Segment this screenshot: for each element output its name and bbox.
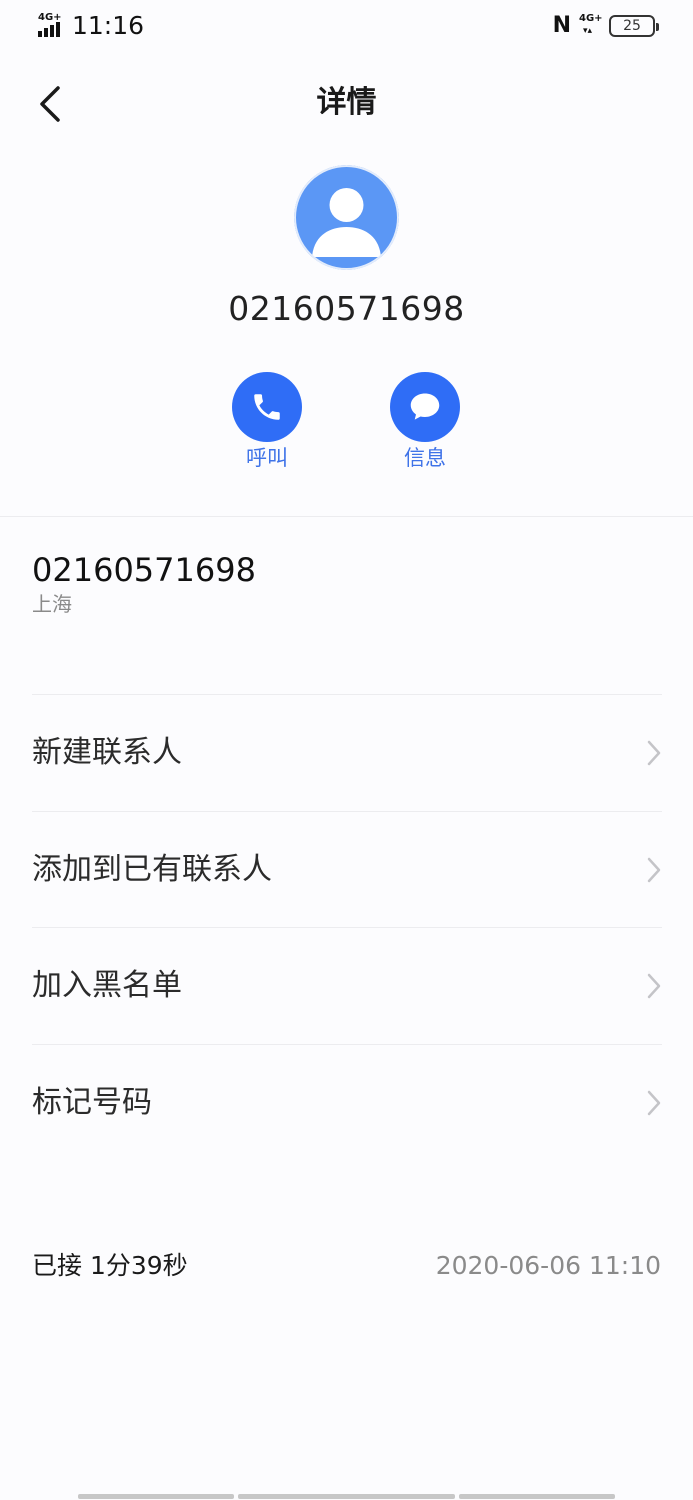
avatar xyxy=(294,165,399,270)
contact-number: 02160571698 xyxy=(228,289,465,328)
network-type-right: 4G+ xyxy=(579,13,603,24)
message-circle[interactable] xyxy=(390,372,460,442)
cellular-signal-icon: 4G+ xyxy=(38,13,68,39)
menu-item-label: 加入黑名单 xyxy=(32,968,182,1003)
call-circle[interactable] xyxy=(232,372,302,442)
message-label: 信息 xyxy=(404,446,446,470)
chevron-right-icon xyxy=(647,740,661,766)
menu-item-new-contact[interactable]: 新建联系人 xyxy=(32,695,662,811)
call-label: 呼叫 xyxy=(246,446,288,470)
gesture-bar-center[interactable] xyxy=(238,1494,455,1499)
chevron-right-icon xyxy=(647,973,661,999)
network-type-right-icon: 4G+ ▾▴ xyxy=(579,13,603,37)
menu-item-mark-number[interactable]: 标记号码 xyxy=(32,1045,662,1161)
call-datetime: 2020-06-06 11:10 xyxy=(435,1251,661,1280)
battery-icon: 25 xyxy=(609,15,659,37)
menu-item-label: 添加到已有联系人 xyxy=(32,852,272,887)
nfc-icon: N xyxy=(552,13,571,38)
menu-item-blacklist[interactable]: 加入黑名单 xyxy=(32,928,662,1044)
gesture-bar-left[interactable] xyxy=(78,1494,234,1499)
contact-detail-page: 4G+ 11:16 N 4G+ ▾▴ 25 详情 02160571698 呼叫 … xyxy=(0,0,693,1500)
status-right: N 4G+ ▾▴ 25 xyxy=(552,13,659,38)
chevron-right-icon xyxy=(647,1090,661,1116)
phone-icon xyxy=(254,394,280,420)
menu-item-label: 标记号码 xyxy=(32,1085,152,1120)
menu-item-add-to-existing[interactable]: 添加到已有联系人 xyxy=(32,812,662,928)
section-divider xyxy=(0,516,693,517)
chat-bubble-icon xyxy=(410,393,440,420)
call-button[interactable]: 呼叫 xyxy=(217,372,317,472)
back-button[interactable] xyxy=(28,80,72,128)
phone-number[interactable]: 02160571698 xyxy=(32,550,256,590)
number-location: 上海 xyxy=(32,592,72,616)
battery-level: 25 xyxy=(623,18,641,34)
person-icon xyxy=(294,165,399,270)
status-time: 11:16 xyxy=(72,11,145,40)
chevron-right-icon xyxy=(647,857,661,883)
status-left: 4G+ 11:16 xyxy=(38,12,144,40)
menu-item-label: 新建联系人 xyxy=(32,735,182,770)
gesture-bar-right[interactable] xyxy=(459,1494,615,1499)
page-title: 详情 xyxy=(316,85,377,120)
status-bar: 4G+ 11:16 N 4G+ ▾▴ 25 xyxy=(0,0,693,56)
message-button[interactable]: 信息 xyxy=(375,372,475,472)
call-status: 已接 1分39秒 xyxy=(32,1251,188,1280)
chevron-left-icon xyxy=(40,86,60,122)
